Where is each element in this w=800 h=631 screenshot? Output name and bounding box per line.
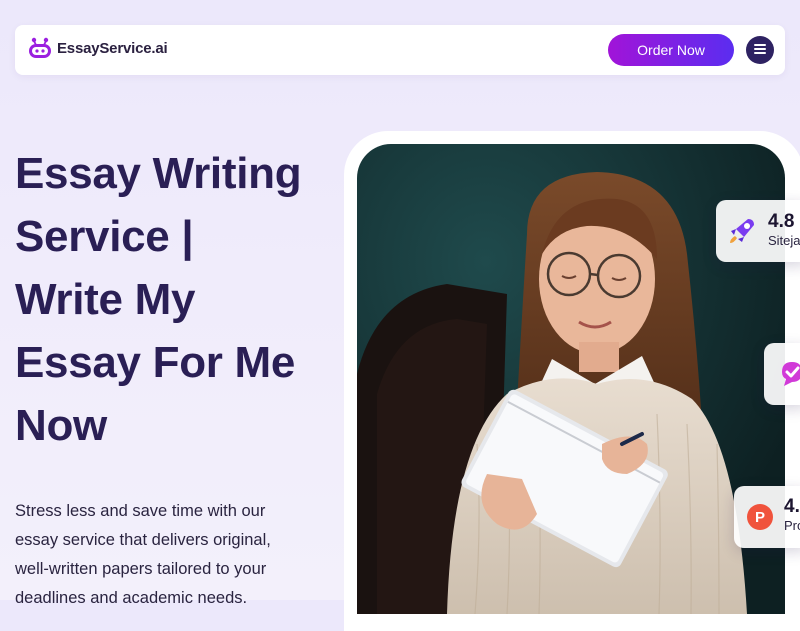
- rating-site: Pro: [784, 518, 800, 533]
- svg-text:P: P: [755, 509, 765, 526]
- rating-score: 4.: [784, 496, 800, 517]
- rating-card-2[interactable]: [764, 343, 800, 405]
- site-header: EssayService.ai Order Now: [15, 25, 785, 75]
- hero-description-line: Stress less and save time with our: [15, 502, 266, 520]
- robot-logo-icon: [27, 37, 53, 59]
- rocket-icon: [726, 215, 758, 247]
- hero-title-line: Essay Writing: [15, 149, 302, 198]
- hero-title: Essay Writing Service | Write My Essay F…: [15, 142, 325, 457]
- menu-button[interactable]: [746, 36, 774, 64]
- hero-title-line: Service |: [15, 212, 194, 261]
- order-now-button[interactable]: Order Now: [608, 34, 734, 66]
- hero-description-line: well-written papers tailored to your: [15, 560, 267, 578]
- rating-score: 4.8: [768, 211, 795, 232]
- hero-title-line: Write My: [15, 275, 196, 324]
- hamburger-icon: [754, 41, 766, 59]
- hero-title-line: Now: [15, 401, 107, 450]
- hero-description: Stress less and save time with our essay…: [15, 497, 315, 613]
- brand-name: EssayService.ai: [57, 39, 168, 57]
- rating-card-3[interactable]: P 4. Pro: [734, 486, 800, 548]
- rating-card-sitejabber[interactable]: 4.8 Sitejabber: [716, 200, 800, 262]
- hero-description-line: essay service that delivers original,: [15, 531, 271, 549]
- hero-description-line: deadlines and academic needs.: [15, 589, 248, 607]
- hero-title-line: Essay For Me: [15, 338, 296, 387]
- brand-logo[interactable]: EssayService.ai: [27, 37, 168, 59]
- check-badge-icon: [776, 358, 800, 390]
- rating-site: Sitejabber: [768, 233, 800, 248]
- p-logo-icon: P: [744, 501, 776, 533]
